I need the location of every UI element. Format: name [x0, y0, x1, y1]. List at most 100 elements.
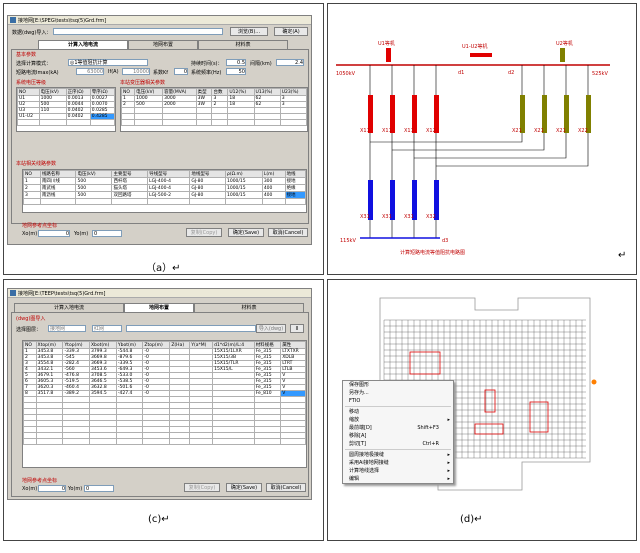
- short-current-input[interactable]: 63000: [76, 68, 104, 75]
- context-menu-item[interactable]: 圆周接地极接缝 ▸: [343, 451, 453, 459]
- tab-earth-current[interactable]: 计算入地电流: [38, 40, 128, 49]
- context-menu-item[interactable]: 缩放 ▸: [343, 416, 453, 424]
- conductor-row[interactable]: [23, 438, 306, 445]
- line-params-cell[interactable]: GJ-80: [189, 177, 226, 185]
- freq-input[interactable]: 50: [226, 68, 246, 75]
- line-params-cell[interactable]: 500: [75, 184, 113, 192]
- line-params-cell[interactable]: [111, 198, 149, 205]
- sys-voltage-cell[interactable]: [17, 119, 40, 126]
- coef-input[interactable]: 0: [174, 68, 188, 75]
- line-params-row[interactable]: 2 南武线 500 猫头塔 LGJ-400-4 GJ-80 1000/15 400 绝缘: [23, 184, 306, 192]
- line-params-cell[interactable]: [23, 198, 41, 205]
- conductor-cell[interactable]: [189, 438, 214, 445]
- line-params-cell[interactable]: 接地: [284, 191, 306, 199]
- pause-button[interactable]: II: [290, 324, 304, 333]
- line-params-cell[interactable]: 1000/15: [224, 177, 263, 185]
- tab-grid-layout[interactable]: 地网布置: [128, 40, 198, 49]
- line-params-cell[interactable]: 南沥线: [39, 191, 77, 199]
- sys-voltage-cell[interactable]: [38, 119, 67, 126]
- line-params-cell[interactable]: [224, 198, 263, 205]
- data-import-field[interactable]: [53, 28, 223, 35]
- tab-material[interactable]: 材料表: [194, 303, 304, 312]
- line-params-cell[interactable]: LGJ-400-4: [147, 184, 191, 192]
- line-params-cell[interactable]: 500: [75, 191, 113, 199]
- line-params-cell[interactable]: 接地: [284, 177, 306, 185]
- context-menu-item[interactable]: 编辑 ▸: [343, 475, 453, 483]
- context-menu-item[interactable]: FTIO: [343, 397, 453, 405]
- import-path-field[interactable]: [126, 325, 256, 332]
- line-params-cell[interactable]: 南四川线: [39, 177, 77, 185]
- line-params-cell[interactable]: 西杆塔: [111, 177, 149, 185]
- sys-voltage-row[interactable]: [17, 119, 115, 126]
- gap-input[interactable]: 2.4: [276, 59, 304, 66]
- line-params-cell[interactable]: LGJ-400-4: [147, 177, 191, 185]
- transformer-cell[interactable]: [134, 119, 164, 126]
- line-params-cell[interactable]: GJ-80: [189, 184, 226, 192]
- cancel-button[interactable]: 取消(Cancel): [268, 228, 308, 237]
- conductor-cell[interactable]: [35, 438, 64, 445]
- line-params-cell[interactable]: [284, 198, 306, 205]
- line-params-cell[interactable]: 1000/15: [224, 191, 263, 199]
- context-menu-item[interactable]: 采用Ai接地网接缝 ▸: [343, 459, 453, 467]
- line-params-cell[interactable]: [75, 198, 113, 205]
- conductor-cell[interactable]: [62, 438, 90, 445]
- duration-input[interactable]: 0.5: [226, 59, 246, 66]
- context-menu-item[interactable]: 最前端[D] Shift+F3: [343, 424, 453, 432]
- line-params-cell[interactable]: [39, 198, 77, 205]
- conductor-cell[interactable]: [280, 438, 306, 445]
- line-params-cell[interactable]: 1000/15: [224, 184, 263, 192]
- context-menu-item[interactable]: 计算地线选择 ▸: [343, 467, 453, 475]
- conductor-cell[interactable]: [142, 438, 171, 445]
- transformer-cell[interactable]: [227, 119, 255, 126]
- tab-grid-layout[interactable]: 地网布置: [124, 303, 194, 312]
- conductor-cell[interactable]: [23, 438, 37, 445]
- transformer-cell[interactable]: [211, 119, 229, 126]
- layer-select[interactable]: 接地网: [48, 325, 86, 332]
- save-button[interactable]: 确定(Save): [226, 483, 262, 492]
- line-params-row[interactable]: 1 南四川线 500 西杆塔 LGJ-400-4 GJ-80 1000/15 300 接地: [23, 177, 306, 185]
- browse-button[interactable]: 浏览(B)...: [230, 27, 268, 36]
- line-params-cell[interactable]: 2: [23, 184, 41, 192]
- copy-button[interactable]: 复制(Copy): [186, 228, 222, 237]
- transformer-cell[interactable]: [195, 119, 213, 126]
- conductor-cell[interactable]: [88, 438, 117, 445]
- transformer-cell[interactable]: [162, 119, 197, 126]
- context-menu-item[interactable]: 剪切[T] Ctrl+R: [343, 440, 453, 448]
- line-params-cell[interactable]: 300: [261, 177, 286, 185]
- line-params-cell[interactable]: 猫头塔: [111, 184, 149, 192]
- context-menu-item[interactable]: 另存为...: [343, 389, 453, 397]
- line-params-cell[interactable]: 3: [23, 191, 41, 199]
- line-params-cell[interactable]: 绝缘: [284, 184, 306, 192]
- line-params-cell[interactable]: 南武线: [39, 184, 77, 192]
- x-origin-input[interactable]: 0: [38, 485, 66, 492]
- line-params-cell[interactable]: GJ-80: [189, 191, 226, 199]
- transformer-cell[interactable]: [279, 119, 307, 126]
- save-button[interactable]: 确定(Save): [228, 228, 264, 237]
- context-menu-item[interactable]: 保存图形: [343, 381, 453, 389]
- line-params-cell[interactable]: 400: [261, 191, 286, 199]
- line-params-cell[interactable]: 1: [23, 177, 41, 185]
- conductor-cell[interactable]: [115, 438, 144, 445]
- line-params-cell[interactable]: 400: [261, 184, 286, 192]
- x-origin-input[interactable]: 0: [38, 230, 70, 237]
- line-params-cell[interactable]: 双回路塔: [111, 191, 149, 199]
- tab-material[interactable]: 材料表: [198, 40, 288, 49]
- color-select[interactable]: 红网: [92, 325, 122, 332]
- line-params-row[interactable]: 3 南沥线 500 双回路塔 LGJ-500-2 GJ-80 1000/15 400 接地: [23, 191, 306, 199]
- conductor-cell[interactable]: [169, 438, 191, 445]
- line-params-row[interactable]: [23, 198, 306, 205]
- tab-earth-current[interactable]: 计算入地电流: [14, 303, 124, 312]
- conductor-cell[interactable]: [253, 438, 282, 445]
- calc-mode-select[interactable]: ◎1等值阻抗计算: [68, 59, 148, 66]
- y-origin-input[interactable]: 0: [84, 485, 114, 492]
- ok-button[interactable]: 确定(A): [274, 27, 308, 36]
- transformer-row[interactable]: [121, 119, 307, 126]
- transformer-cell[interactable]: [253, 119, 281, 126]
- transformer-cell[interactable]: [121, 119, 136, 126]
- line-params-cell[interactable]: [147, 198, 191, 205]
- line-params-cell[interactable]: [261, 198, 286, 205]
- line-params-cell[interactable]: 500: [75, 177, 113, 185]
- line-params-cell[interactable]: LGJ-500-2: [147, 191, 191, 199]
- conductor-cell[interactable]: [212, 438, 255, 445]
- context-menu-item[interactable]: 移除[A]: [343, 432, 453, 440]
